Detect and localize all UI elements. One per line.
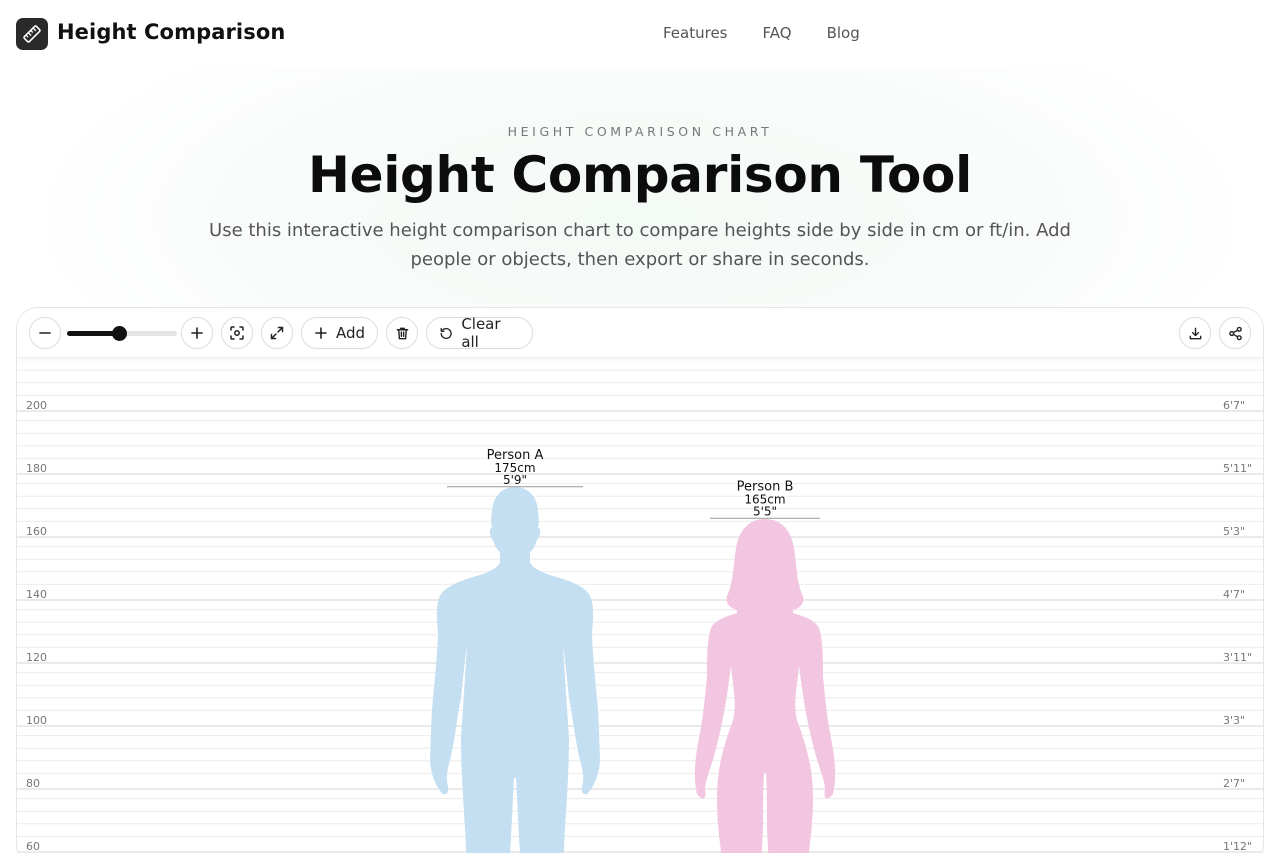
zoom-out-button[interactable]: [29, 317, 61, 349]
cm-tick-label: 140: [26, 588, 47, 601]
ft-tick-label: 3'3": [1223, 714, 1245, 727]
person-b-height-ft: 5'5": [753, 504, 777, 518]
clear-all-button[interactable]: Clear all: [426, 315, 533, 351]
ft-axis-labels: 6'7" 5'11" 5'3" 4'7" 3'11" 3'3" 2'7" 1'12": [1223, 399, 1252, 853]
plus-icon: [191, 327, 203, 339]
hero-eyebrow: HEIGHT COMPARISON CHART: [507, 124, 773, 139]
focus-icon: [230, 326, 244, 340]
download-icon: [1189, 327, 1201, 339]
top-bar: Height Comparison Features FAQ Blog: [0, 0, 1280, 68]
nav-features[interactable]: Features: [663, 24, 728, 42]
nav-faq[interactable]: FAQ: [763, 24, 792, 42]
ft-tick-label: 6'7": [1223, 399, 1245, 412]
person-a-label: Person A 175cm 5'9": [447, 448, 583, 488]
cm-axis-labels: 200 180 160 140 120 100 80 60: [26, 399, 47, 853]
comparison-card: Add Clear all 200 180 160 140 120 100 80…: [16, 307, 1264, 853]
major-gridlines: [17, 410, 1263, 853]
cm-tick-label: 200: [26, 399, 47, 412]
ft-tick-label: 4'7": [1223, 588, 1245, 601]
expand-icon: [270, 326, 284, 340]
ft-tick-label: 1'12": [1223, 840, 1252, 853]
minus-icon: [39, 332, 51, 334]
cm-tick-label: 100: [26, 714, 47, 727]
delete-button[interactable]: [386, 317, 418, 349]
cm-tick-label: 160: [26, 525, 47, 538]
logo[interactable]: [16, 18, 48, 50]
nav-blog[interactable]: Blog: [827, 24, 860, 42]
cm-tick-label: 180: [26, 462, 47, 475]
ruler-icon: [23, 25, 41, 43]
main-nav: Features FAQ Blog: [663, 24, 895, 42]
fullscreen-button[interactable]: [261, 317, 293, 349]
person-a-height-ft: 5'9": [503, 473, 527, 487]
person-a-silhouette[interactable]: [430, 487, 600, 853]
zoom-slider[interactable]: [67, 326, 177, 341]
zoom-in-button[interactable]: [181, 317, 213, 349]
zoom-slider-fill: [67, 331, 119, 336]
hero-subtitle: Use this interactive height comparison c…: [209, 220, 1071, 270]
toolbar: Add Clear all: [17, 308, 1263, 358]
ft-tick-label: 3'11": [1223, 651, 1252, 664]
zoom-slider-thumb[interactable]: [111, 326, 127, 341]
page-title: Height Comparison Tool: [308, 146, 972, 204]
share-icon: [1228, 326, 1242, 340]
fit-view-button[interactable]: [221, 317, 253, 349]
ft-tick-label: 5'11": [1223, 462, 1252, 475]
plus-icon: [315, 327, 327, 339]
height-chart: 200 180 160 140 120 100 80 60 6'7" 5'11" 5'3" 4'7"…: [17, 369, 1263, 853]
trash-icon: [396, 327, 408, 339]
chart-area[interactable]: 200 180 160 140 120 100 80 60 6'7" 5'11" 5'3" 4'7"…: [17, 358, 1263, 853]
person-b-silhouette[interactable]: [694, 519, 836, 853]
download-button[interactable]: [1179, 317, 1211, 349]
minor-gridlines: [17, 369, 1263, 837]
cm-tick-label: 120: [26, 651, 47, 664]
brand-title[interactable]: Height Comparison: [57, 20, 285, 44]
ft-tick-label: 5'3": [1223, 525, 1245, 538]
add-button[interactable]: Add: [301, 317, 378, 349]
clear-all-label: Clear all: [461, 315, 501, 351]
reset-icon: [440, 327, 452, 339]
share-button[interactable]: [1219, 317, 1251, 349]
cm-tick-label: 80: [26, 777, 40, 790]
ft-tick-label: 2'7": [1223, 777, 1245, 790]
add-button-label: Add: [335, 324, 365, 342]
cm-tick-label: 60: [26, 840, 40, 853]
person-b-label: Person B 165cm 5'5": [710, 479, 820, 519]
